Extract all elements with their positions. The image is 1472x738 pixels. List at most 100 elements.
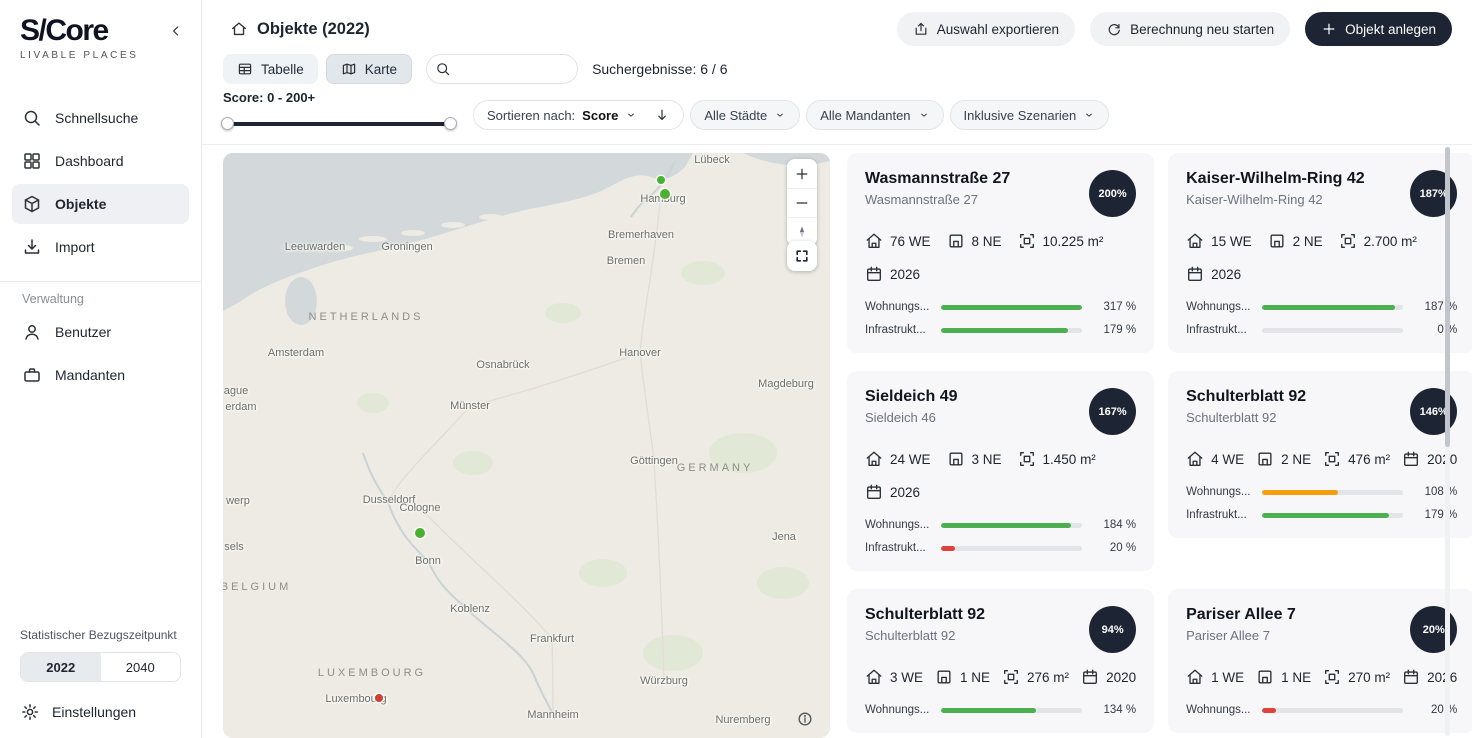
city-label: ague — [224, 385, 248, 397]
progress-bar — [1262, 513, 1403, 518]
card-year-row: 2026 — [1186, 265, 1457, 283]
map-marker[interactable] — [415, 528, 425, 538]
year-value: 2020 — [1427, 452, 1457, 467]
city-label: Bremerhaven — [608, 229, 674, 241]
city-label: Bremen — [607, 255, 646, 267]
property-card[interactable]: Schulterblatt 92 Schulterblatt 92 94% 3 … — [847, 589, 1154, 733]
tenant-filter-label: Alle Mandanten — [820, 108, 910, 123]
score-range-label: Score: 0 - 200+ — [223, 90, 455, 105]
house-icon — [865, 668, 883, 686]
tab-karte[interactable]: Karte — [326, 54, 412, 84]
house-icon — [1186, 668, 1204, 686]
sidebar-footer: Statistischer Bezugszeitpunkt 2022 2040 … — [0, 628, 201, 722]
units-commercial: 2 NE — [1293, 234, 1323, 249]
plus-icon — [1321, 21, 1337, 37]
house-icon — [1186, 450, 1204, 468]
map-marker[interactable] — [657, 176, 665, 184]
area-value: 2.700 m² — [1364, 234, 1417, 249]
zoom-out-button[interactable] — [787, 188, 817, 217]
sidebar-item-import[interactable]: Import — [12, 227, 189, 267]
area-icon — [1002, 668, 1020, 686]
card-title: Schulterblatt 92 — [865, 606, 985, 624]
search-icon — [435, 61, 451, 77]
home-icon[interactable] — [230, 20, 248, 38]
sort-dropdown[interactable]: Sortieren nach: Score — [473, 100, 684, 130]
year-value: 2020 — [1106, 670, 1136, 685]
sidebar-collapse-button[interactable] — [165, 20, 187, 42]
property-card[interactable]: Kaiser-Wilhelm-Ring 42 Kaiser-Wilhelm-Ri… — [1168, 153, 1472, 353]
year-2040-button[interactable]: 2040 — [101, 653, 181, 681]
create-object-button[interactable]: Objekt anlegen — [1305, 12, 1452, 46]
year-value: 2026 — [1427, 670, 1457, 685]
scenario-filter-dropdown[interactable]: Inklusive Szenarien — [950, 100, 1110, 130]
tenant-filter-dropdown[interactable]: Alle Mandanten — [806, 100, 943, 130]
create-object-label: Objekt anlegen — [1345, 22, 1436, 37]
city-label: Cologne — [400, 502, 441, 514]
table-icon — [237, 61, 253, 77]
score-badge: 94% — [1089, 606, 1136, 653]
property-card[interactable]: Wasmannstraße 27 Wasmannstraße 27 200% 7… — [847, 153, 1154, 353]
area-icon — [1018, 232, 1036, 250]
map-marker[interactable] — [660, 189, 670, 199]
fullscreen-button[interactable] — [787, 241, 817, 271]
sidebar-item-label: Schnellsuche — [55, 110, 138, 126]
sidebar-divider — [0, 281, 201, 282]
scenario-filter-label: Inklusive Szenarien — [964, 108, 1077, 123]
user-icon — [22, 322, 42, 342]
metric-label: Infrastrukt... — [1186, 324, 1252, 336]
map-view[interactable]: NETHERLANDSGERMANYBELGIUMLUXEMBOURGLübec… — [223, 153, 830, 738]
property-card[interactable]: Sieldeich 49 Sieldeich 46 167% 24 WE 3 N… — [847, 371, 1154, 571]
sort-direction-button[interactable] — [654, 107, 670, 123]
tab-tabelle[interactable]: Tabelle — [223, 54, 318, 84]
zoom-in-button[interactable] — [787, 159, 817, 188]
settings-item[interactable]: Einstellungen — [20, 702, 181, 722]
chevron-down-icon — [1083, 109, 1095, 121]
sidebar-item-dashboard[interactable]: Dashboard — [12, 141, 189, 181]
page-header: Objekte (2022) Auswahl exportieren Berec… — [202, 0, 1472, 46]
metric-value: 134 % — [1092, 704, 1136, 716]
sort-label: Sortieren nach: — [487, 108, 575, 123]
unit-icon — [1268, 232, 1286, 250]
sidebar-item-benutzer[interactable]: Benutzer — [12, 312, 189, 352]
progress-bar — [941, 305, 1082, 310]
city-label: sels — [224, 541, 244, 553]
card-metrics: Wohnungs...184 % Infrastrukt...20 % — [865, 519, 1136, 554]
map-marker[interactable] — [375, 694, 383, 702]
slider-handle-min[interactable] — [221, 117, 234, 130]
sidebar: S/Core LIVABLE PLACES Schnellsuche Dashb… — [0, 0, 202, 738]
score-range-slider[interactable] — [223, 117, 455, 130]
progress-bar — [1262, 490, 1403, 495]
metric-label: Wohnungs... — [865, 301, 931, 313]
year-2022-button[interactable]: 2022 — [21, 653, 101, 681]
area-icon — [1339, 232, 1357, 250]
city-label: Würzburg — [640, 675, 688, 687]
sidebar-item-mandanten[interactable]: Mandanten — [12, 355, 189, 395]
sidebar-item-objekte[interactable]: Objekte — [12, 184, 189, 224]
slider-handle-max[interactable] — [444, 117, 457, 130]
scrollbar-thumb[interactable] — [1445, 147, 1450, 447]
unit-icon — [1256, 668, 1274, 686]
card-stats: 15 WE 2 NE 2.700 m² — [1186, 232, 1457, 250]
brand-tagline: LIVABLE PLACES — [20, 50, 201, 61]
card-title: Schulterblatt 92 — [1186, 388, 1306, 406]
restart-calculation-label: Berechnung neu starten — [1130, 22, 1274, 37]
cube-icon — [22, 194, 42, 214]
units-residential: 3 WE — [890, 670, 923, 685]
map-info-button[interactable] — [796, 710, 814, 731]
city-filter-dropdown[interactable]: Alle Städte — [690, 100, 800, 130]
property-card[interactable]: Schulterblatt 92 Schulterblatt 92 146% 4… — [1168, 371, 1472, 538]
progress-bar — [941, 523, 1082, 528]
card-subtitle: Schulterblatt 92 — [865, 628, 985, 643]
sidebar-item-schnellsuche[interactable]: Schnellsuche — [12, 98, 189, 138]
search-icon — [22, 108, 42, 128]
chevron-down-icon — [774, 109, 786, 121]
card-title: Pariser Allee 7 — [1186, 606, 1296, 624]
metric-label: Infrastrukt... — [865, 542, 931, 554]
metric-value: 184 % — [1092, 519, 1136, 531]
card-subtitle: Kaiser-Wilhelm-Ring 42 — [1186, 192, 1365, 207]
property-card[interactable]: Pariser Allee 7 Pariser Allee 7 20% 1 WE… — [1168, 589, 1472, 733]
arrow-down-icon — [654, 107, 670, 123]
progress-bar — [941, 708, 1082, 713]
export-selection-button[interactable]: Auswahl exportieren — [897, 12, 1075, 46]
restart-calculation-button[interactable]: Berechnung neu starten — [1090, 12, 1290, 46]
